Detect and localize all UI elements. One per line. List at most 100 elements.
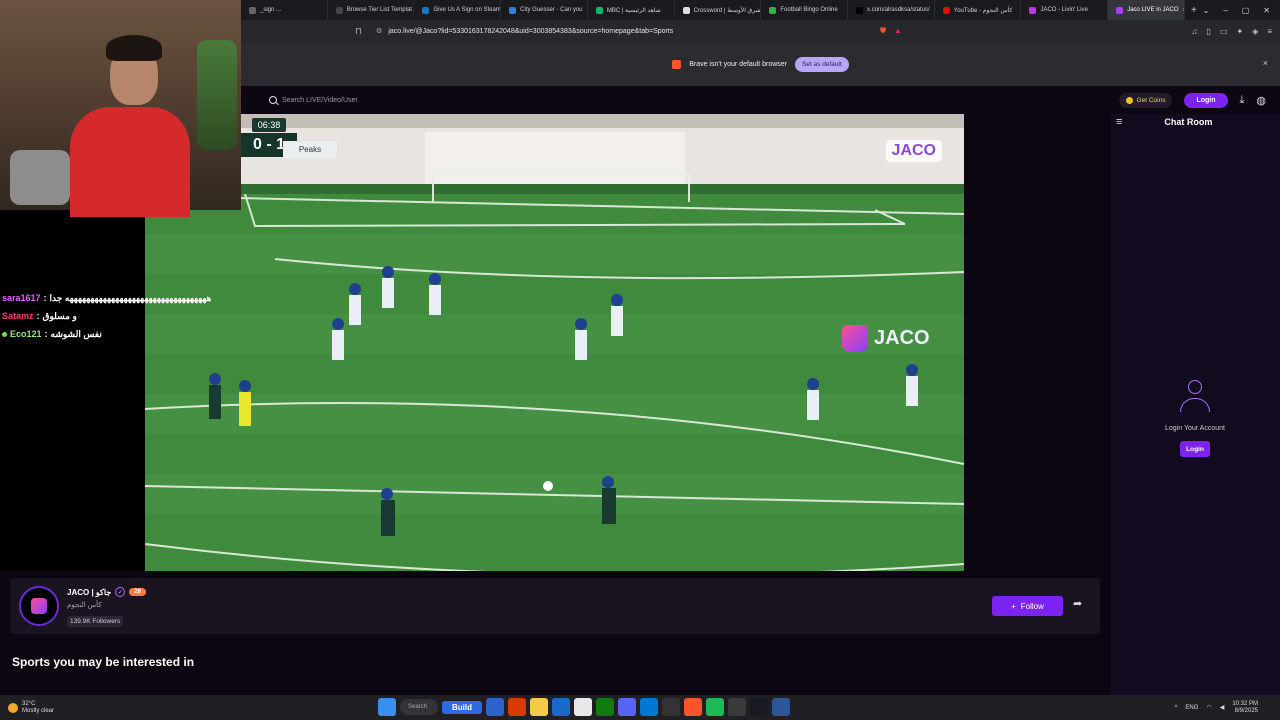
search-placeholder[interactable]: Search LIVE/Video/User — [282, 97, 358, 104]
stream-chat-overlay: sara1617 : ههههههههههههههههههههههههههههه… — [0, 289, 241, 343]
bookmark-icon[interactable]: ⊓ — [355, 26, 362, 37]
set-default-button[interactable]: Set as default — [795, 56, 849, 72]
channel-avatar[interactable] — [19, 586, 59, 626]
start-icon[interactable] — [378, 698, 396, 716]
tab-search-icon[interactable]: ⌄ — [1203, 6, 1210, 15]
sidebar-icon[interactable]: ▯ — [1207, 27, 1211, 36]
channel-info-bar: JACO | جاكو ✓ 26 كأس النجوم 139.9K Follo… — [10, 578, 1100, 634]
weather-widget[interactable]: 32°C Mostly clear — [0, 701, 54, 714]
browser-tab-strip: _sign ... Browse Tier List Templat Give Us… — [241, 0, 1280, 20]
maximize-icon[interactable]: ▢ — [1242, 6, 1250, 15]
header-login-button[interactable]: Login — [1184, 92, 1228, 108]
new-tab-button[interactable]: + — [1185, 5, 1202, 16]
tab-label: YouTube - كأس النجوم — [953, 7, 1013, 14]
lang-indicator[interactable]: ENG — [1185, 705, 1198, 711]
chat-room-panel: ≡ Chat Room Login Your Account Login — [1110, 114, 1280, 695]
account-icon — [1180, 380, 1210, 416]
vpn-icon[interactable]: ◈ — [1252, 27, 1258, 36]
jaco-logo-icon — [31, 598, 47, 614]
chair — [10, 150, 70, 205]
follow-button[interactable]: + Follow — [992, 596, 1063, 616]
volume-icon[interactable]: ◀ — [1220, 704, 1225, 711]
extensions-icon[interactable]: ✦ — [1236, 27, 1243, 36]
browser-tab[interactable]: Give Us A Sign on Steam — [414, 0, 502, 20]
brave-icon[interactable] — [684, 698, 702, 716]
tab-label: Football Bingo Online — [780, 7, 838, 13]
build-app-icon[interactable]: Build — [442, 700, 482, 714]
browser-tab[interactable]: YouTube - كأس النجوم — [935, 0, 1022, 20]
browser-tab[interactable]: City Guesser - Can you — [501, 0, 588, 20]
wallet-icon[interactable]: ▭ — [1220, 27, 1228, 36]
taskbar-clock[interactable]: 10:32 PM 8/9/2025 — [1232, 701, 1258, 715]
app-icon[interactable] — [486, 698, 504, 716]
tab-favicon-icon — [769, 6, 777, 14]
clock-date: 8/9/2025 — [1234, 707, 1258, 714]
taskbar-search[interactable]: Search — [400, 699, 438, 715]
verified-icon: ✓ — [115, 587, 126, 597]
app-icon[interactable] — [772, 698, 790, 716]
app-icon[interactable] — [662, 698, 680, 716]
jaco-watermark: JACO — [842, 325, 930, 351]
tab-favicon-icon — [249, 6, 256, 14]
app-icon[interactable] — [552, 698, 570, 716]
chat-message: Eco121 : نفس الشوشه — [0, 325, 241, 343]
close-window-icon[interactable]: ✕ — [1263, 6, 1270, 15]
app-icon[interactable] — [508, 698, 526, 716]
wifi-icon[interactable]: ◠ — [1206, 704, 1211, 711]
share-icon[interactable]: ➦ — [1073, 597, 1082, 610]
browser-tab[interactable]: JACO - Livin' Live — [1021, 0, 1109, 20]
overlay-background — [0, 210, 145, 571]
search-icon — [269, 96, 277, 104]
browser-tab[interactable]: Jaco LIVE in JACO× — [1108, 0, 1186, 20]
browser-tab[interactable]: MBC | شاهد الرئيسية — [588, 0, 675, 20]
app-icon[interactable] — [640, 698, 658, 716]
language-globe-icon[interactable]: ◍ — [1256, 94, 1266, 107]
brave-shield-icon[interactable]: ⛊ — [880, 26, 886, 36]
tab-favicon-icon — [509, 6, 517, 14]
infobar-message: Brave isn't your default browser — [689, 60, 788, 68]
media-icon[interactable]: ♫ — [1192, 27, 1198, 36]
tab-favicon-icon — [422, 6, 430, 14]
tab-label: City Guesser - Can you — [520, 7, 583, 13]
minimize-icon[interactable]: – — [1223, 6, 1227, 15]
get-coins-button[interactable]: Get Coins — [1118, 92, 1173, 108]
file-explorer-icon[interactable] — [530, 698, 548, 716]
app-icon[interactable] — [706, 698, 724, 716]
browser-tab[interactable]: _sign ... — [241, 0, 328, 20]
infobar-close-icon[interactable]: × — [1263, 58, 1268, 68]
site-header: Search LIVE/Video/User Get Coins Login ⤓… — [241, 86, 1280, 114]
url-text[interactable]: jaco.live/@Jaco?lid=5330163178242048&uid… — [388, 28, 673, 35]
browser-tab[interactable]: Crossword | الشرق الأوسط — [675, 0, 762, 20]
app-icon[interactable] — [728, 698, 746, 716]
window-controls: ⌄ – ▢ ✕ — [1203, 6, 1280, 15]
clock-time: 10:32 PM — [1232, 700, 1258, 707]
tab-label: JACO - Livin' Live — [1040, 7, 1088, 13]
watermark-text: JACO — [874, 326, 930, 349]
tray-chevron-icon[interactable]: ^ — [1175, 705, 1178, 711]
site-info-icon[interactable]: ⚙ — [376, 27, 382, 35]
site-search[interactable]: Search LIVE/Video/User — [269, 96, 358, 104]
download-icon[interactable]: ⤓ — [1240, 94, 1245, 107]
channel-name[interactable]: JACO | جاكو — [67, 588, 111, 597]
app-icon[interactable] — [574, 698, 592, 716]
tab-label: Jaco LIVE in JACO — [1127, 7, 1179, 13]
collapse-chat-icon[interactable]: ≡ — [1116, 116, 1122, 128]
browser-tab[interactable]: x.com/alrasdksa/status/ — [848, 0, 935, 20]
chat-login-button[interactable]: Login — [1180, 441, 1210, 457]
xbox-icon[interactable] — [596, 698, 614, 716]
followers-count: 139.9K Followers — [67, 616, 124, 627]
url-field[interactable]: ⚙ jaco.live/@Jaco?lid=5330163178242048&u… — [370, 23, 880, 39]
brave-rewards-icon[interactable]: ▲ — [894, 26, 902, 36]
chat-text: ههههههههههههههههههههههههههههههههههه جدا — [49, 292, 212, 303]
browser-tab[interactable]: Football Bingo Online — [761, 0, 849, 20]
online-dot-icon — [2, 331, 7, 337]
discord-icon[interactable] — [618, 698, 636, 716]
webcam-overlay — [0, 0, 241, 217]
sports-section-title: Sports you may be interested in — [12, 655, 195, 669]
video-player[interactable]: JACO 06:38 0 - 1 er Peaks JACO — [145, 114, 964, 571]
browser-tab[interactable]: Browse Tier List Templat — [328, 0, 415, 20]
menu-icon[interactable]: ≡ — [1267, 27, 1272, 36]
tab-label: MBC | شاهد الرئيسية — [606, 7, 661, 14]
jaco-logo-icon — [842, 325, 868, 351]
steam-icon[interactable] — [750, 698, 768, 716]
